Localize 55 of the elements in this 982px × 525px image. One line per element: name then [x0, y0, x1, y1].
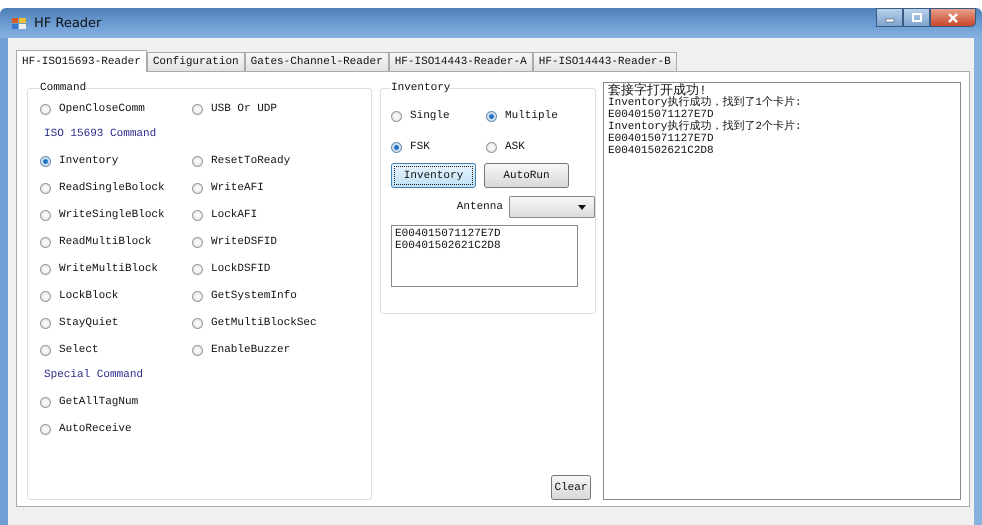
tab[interactable]: HF-ISO14443-Reader-A: [388, 52, 533, 71]
tag-item[interactable]: E004015071127E7D: [395, 228, 574, 240]
group-title: Command: [40, 82, 86, 94]
radio-option[interactable]: Select: [40, 341, 192, 359]
log-line: 套接字打开成功!: [608, 84, 707, 97]
radio-option[interactable]: USB Or UDP: [192, 100, 371, 118]
maximize-icon: [912, 12, 922, 22]
radio-option[interactable]: AutoReceive: [40, 420, 371, 438]
dropdown-arrow-icon: [578, 204, 586, 210]
radio-option[interactable]: FSK: [391, 138, 486, 156]
radio-option[interactable]: OpenCloseComm: [40, 100, 192, 118]
minimize-button[interactable]: [876, 8, 903, 27]
radio-option[interactable]: ReadSingleBolock: [40, 179, 192, 197]
radio-option[interactable]: WriteDSFID: [192, 233, 371, 251]
radio-option[interactable]: ResetToReady: [192, 152, 371, 170]
close-button[interactable]: [930, 8, 976, 27]
radio-option[interactable]: ASK: [486, 138, 595, 156]
tag-item[interactable]: E00401502621C2D8: [395, 240, 574, 252]
clear-button[interactable]: Clear: [551, 475, 591, 500]
inventory-button[interactable]: Inventory: [391, 163, 476, 188]
radio-option[interactable]: Inventory: [40, 152, 192, 170]
radio-option[interactable]: LockDSFID: [192, 260, 371, 278]
tab[interactable]: HF-ISO14443-Reader-B: [532, 52, 677, 71]
log-line: E004015071127E7D: [608, 133, 715, 145]
window-title: HF Reader: [34, 16, 102, 30]
radio-option[interactable]: Multiple: [486, 107, 595, 125]
radio-option[interactable]: WriteSingleBlock: [40, 206, 192, 224]
radio-option[interactable]: GetSystemInfo: [192, 287, 371, 305]
log-line: E00401502621C2D8: [608, 145, 715, 157]
log-line: Inventory执行成功，找到了1个卡片:: [608, 97, 803, 109]
section-heading: Special Command: [44, 369, 144, 381]
radio-option[interactable]: GetMultiBlockSec: [192, 314, 371, 332]
antenna-label: Antenna: [456, 201, 504, 213]
radio-option[interactable]: GetAllTagNum: [40, 393, 371, 411]
tag-list[interactable]: E004015071127E7D E00401502621C2D8: [391, 225, 578, 287]
radio-option[interactable]: ReadMultiBlock: [40, 233, 192, 251]
tab[interactable]: Gates-Channel-Reader: [244, 52, 389, 71]
radio-option[interactable]: WriteMultiBlock: [40, 260, 192, 278]
close-icon: [947, 12, 959, 22]
log-line: E004015071127E7D: [608, 109, 715, 121]
radio-option[interactable]: LockAFI: [192, 206, 371, 224]
radio-option[interactable]: LockBlock: [40, 287, 192, 305]
radio-option[interactable]: EnableBuzzer: [192, 341, 371, 359]
antenna-dropdown[interactable]: [509, 196, 595, 218]
radio-option[interactable]: Single: [391, 107, 486, 125]
app-icon: [12, 16, 26, 30]
maximize-button[interactable]: [903, 8, 930, 27]
section-heading: ISO 15693 Command: [44, 128, 158, 140]
radio-option[interactable]: WriteAFI: [192, 179, 371, 197]
tab[interactable]: HF-ISO15693-Reader: [16, 50, 147, 72]
radio-option[interactable]: StayQuiet: [40, 314, 192, 332]
tab[interactable]: Configuration: [146, 52, 245, 71]
group-title: Inventory: [391, 82, 450, 94]
autorun-button[interactable]: AutoRun: [484, 163, 569, 188]
log-line: Inventory执行成功，找到了2个卡片:: [608, 121, 803, 133]
